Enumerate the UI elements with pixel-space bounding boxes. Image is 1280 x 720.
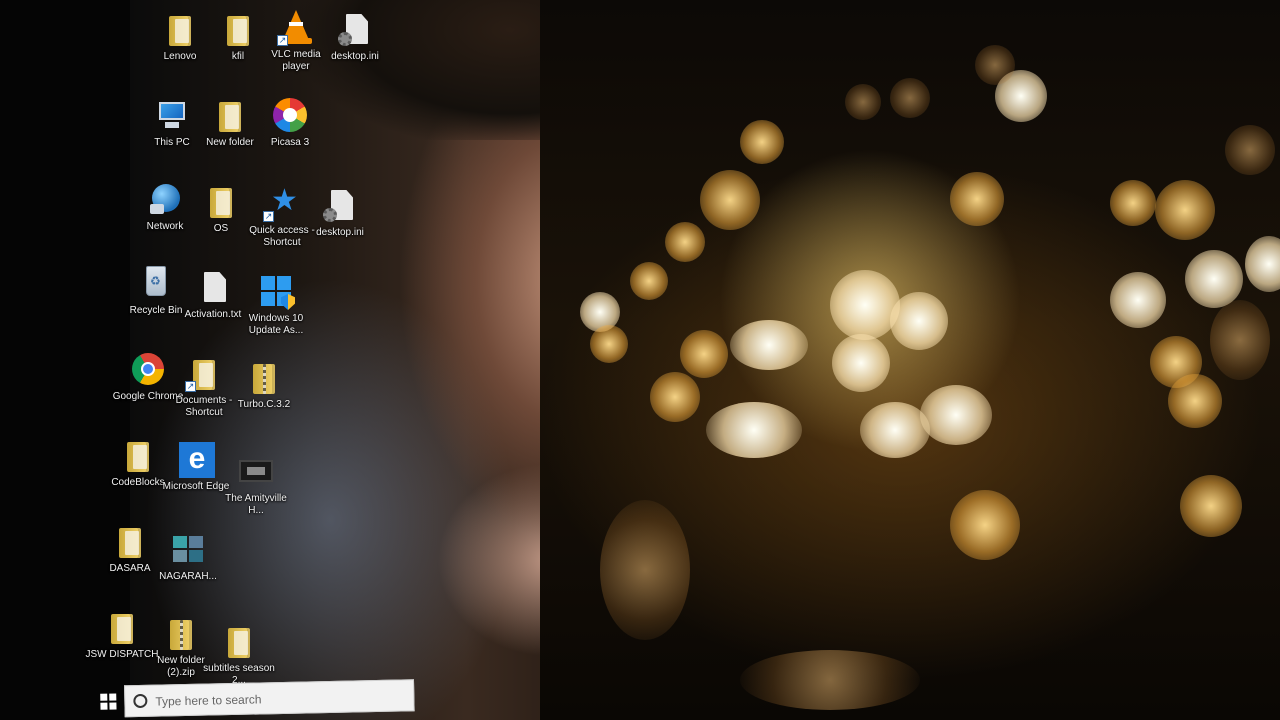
taskbar: Type here to search (90, 677, 421, 720)
windows-update-icon (257, 272, 295, 310)
desktop-icon-label: Picasa 3 (270, 137, 310, 148)
zip-folder-icon (162, 614, 200, 652)
zip-folder-icon (245, 358, 283, 396)
desktop-icon-nagarah[interactable]: NAGARAH... (150, 530, 226, 583)
recycle-bin-icon (137, 264, 175, 302)
vlc-icon: ↗ (277, 8, 315, 46)
folder-icon (202, 182, 240, 220)
folder-icon (103, 608, 141, 646)
desktop-icon-desktop-ini[interactable]: desktop.ini (317, 10, 393, 63)
network-icon (146, 180, 184, 218)
video-file-icon (237, 452, 275, 490)
folder-icon (119, 436, 157, 474)
desktop-icon-label: Windows 10 Update As... (248, 313, 304, 336)
desktop-icon-picasa[interactable]: Picasa 3 (252, 96, 328, 149)
folder-icon (219, 10, 257, 48)
folder-icon (220, 622, 258, 660)
desktop-icon-amityville[interactable]: The Amityville H... (218, 452, 294, 517)
desktop-icon-subtitles[interactable]: subtitles season 2... (201, 622, 277, 687)
desktop-icon-label: The Amityville H... (225, 493, 287, 516)
edge-icon: e (177, 440, 215, 478)
desktop-icon-label: desktop.ini (331, 51, 379, 62)
chrome-icon (129, 350, 167, 388)
desktop-icon-label: desktop.ini (316, 227, 364, 238)
image-folder-icon (169, 530, 207, 568)
desktop-icon-desktop-ini-2[interactable]: desktop.ini (302, 186, 378, 239)
desktop-icon-label: Turbo.C.3.2 (237, 399, 291, 410)
star-icon: ★ ↗ (263, 184, 298, 222)
folder-icon (211, 96, 249, 134)
cortana-icon (133, 693, 148, 709)
settings-file-icon (336, 10, 374, 48)
desktop-icon-label: NAGARAH... (159, 571, 217, 582)
text-file-icon (194, 268, 232, 306)
folder-shortcut-icon: ↗ (185, 354, 223, 392)
desktop-icon-windows-update[interactable]: Windows 10 Update As... (238, 272, 314, 337)
wallpaper-bokeh-lights (540, 0, 1280, 720)
search-placeholder: Type here to search (155, 692, 262, 709)
settings-file-icon (321, 186, 359, 224)
folder-icon (111, 522, 149, 560)
picasa-icon (271, 96, 309, 134)
start-button[interactable] (96, 689, 120, 713)
taskbar-search-box[interactable]: Type here to search (124, 679, 415, 718)
computer-icon (153, 96, 191, 134)
desktop-icon-turbo-c[interactable]: Turbo.C.3.2 (226, 358, 302, 411)
folder-icon (161, 10, 199, 48)
